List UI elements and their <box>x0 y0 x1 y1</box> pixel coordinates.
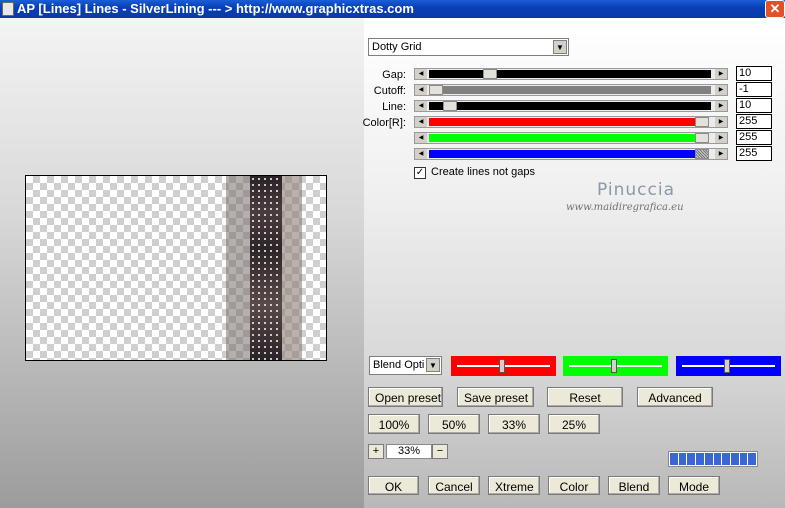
slider-track <box>429 118 695 126</box>
arrow-right-icon[interactable]: ▶ <box>715 101 727 111</box>
blue-value[interactable]: 255 <box>736 146 772 161</box>
slider-label: Line: <box>382 101 406 113</box>
watermark-name: Pinuccia <box>597 180 675 200</box>
progress-segment <box>748 453 757 465</box>
zoom-out-button[interactable]: − <box>432 444 448 459</box>
red-value[interactable]: 255 <box>736 114 772 129</box>
red-blend-bar[interactable] <box>451 356 556 376</box>
blend-button[interactable]: Blend <box>608 476 660 495</box>
open-preset-button[interactable]: Open preset <box>368 387 443 407</box>
progress-segment <box>739 453 748 465</box>
green-blend-bar[interactable] <box>563 356 668 376</box>
zoom-50-button[interactable]: 50% <box>428 414 480 434</box>
preview-pane <box>0 18 364 508</box>
slider-thumb[interactable] <box>695 149 709 159</box>
gap-slider[interactable]: ◀ ▶ <box>414 68 728 80</box>
arrow-left-icon[interactable]: ◀ <box>415 133 427 143</box>
watermark-url: www.maidiregrafica.eu <box>566 202 684 213</box>
app-icon <box>2 2 14 16</box>
slider-thumb[interactable] <box>429 85 443 95</box>
arrow-right-icon[interactable]: ▶ <box>715 85 727 95</box>
ok-button[interactable]: OK <box>368 476 419 495</box>
slider-track <box>429 150 695 158</box>
blue-slider[interactable]: ◀ ▶ <box>414 148 728 160</box>
blend-select-value: Blend Opti <box>373 359 425 371</box>
progress-segment <box>678 453 687 465</box>
red-slider[interactable]: ◀ ▶ <box>414 116 728 128</box>
create-lines-label: Create lines not gaps <box>431 166 535 178</box>
slider-thumb[interactable] <box>695 133 709 143</box>
mode-select-value: Dotty Grid <box>372 41 422 53</box>
zoom-in-button[interactable]: + <box>368 444 384 459</box>
arrow-left-icon[interactable]: ◀ <box>415 85 427 95</box>
advanced-button[interactable]: Advanced <box>637 387 713 407</box>
progress-segment <box>722 453 730 465</box>
zoom-100-button[interactable]: 100% <box>368 414 420 434</box>
slider-track <box>429 102 711 110</box>
arrow-right-icon[interactable]: ▶ <box>715 133 727 143</box>
window-title: AP [Lines] Lines - SilverLining --- > ht… <box>17 1 414 16</box>
green-slider[interactable]: ◀ ▶ <box>414 132 728 144</box>
close-icon[interactable]: ✕ <box>765 0 785 18</box>
arrow-right-icon[interactable]: ▶ <box>715 117 727 127</box>
slider-track <box>429 134 695 142</box>
arrow-left-icon[interactable]: ◀ <box>415 117 427 127</box>
green-value[interactable]: 255 <box>736 130 772 145</box>
progress-bar <box>668 451 758 467</box>
slider-track <box>429 70 711 78</box>
arrow-right-icon[interactable]: ▶ <box>715 69 727 79</box>
color-button[interactable]: Color <box>548 476 600 495</box>
gap-value[interactable]: 10 <box>736 66 772 81</box>
progress-segment <box>704 453 713 465</box>
arrow-left-icon[interactable]: ◀ <box>415 149 427 159</box>
zoom-33-button[interactable]: 33% <box>488 414 540 434</box>
reset-button[interactable]: Reset <box>547 387 623 407</box>
slider-thumb[interactable] <box>443 101 457 111</box>
zoom-value[interactable]: 33% <box>386 444 432 459</box>
slider-thumb[interactable] <box>695 117 709 127</box>
preview-stripe <box>282 176 302 360</box>
progress-segment <box>670 453 678 465</box>
slider-label: Color[R]: <box>362 117 406 129</box>
slider-label: Cutoff: <box>373 85 406 97</box>
blue-blend-bar[interactable] <box>676 356 781 376</box>
cancel-button[interactable]: Cancel <box>428 476 480 495</box>
arrow-left-icon[interactable]: ◀ <box>415 69 427 79</box>
progress-segment <box>696 453 704 465</box>
slider-track <box>429 86 711 94</box>
line-slider[interactable]: ◀ ▶ <box>414 100 728 112</box>
slider-thumb[interactable] <box>483 69 497 79</box>
progress-segment <box>730 453 739 465</box>
progress-segment <box>713 453 722 465</box>
slider-label: Gap: <box>382 69 406 81</box>
cutoff-slider[interactable]: ◀ ▶ <box>414 84 728 96</box>
chevron-down-icon[interactable]: ▼ <box>553 40 567 54</box>
blend-select[interactable]: Blend Opti ▼ <box>369 356 442 375</box>
line-value[interactable]: 10 <box>736 98 772 113</box>
preview-stripe <box>250 176 282 360</box>
mode-button[interactable]: Mode <box>668 476 720 495</box>
blend-bar-knob[interactable] <box>611 359 617 373</box>
arrow-right-icon[interactable]: ▶ <box>715 149 727 159</box>
blend-bar-knob[interactable] <box>724 359 730 373</box>
zoom-25-button[interactable]: 25% <box>548 414 600 434</box>
save-preset-button[interactable]: Save preset <box>457 387 534 407</box>
title-bar: AP [Lines] Lines - SilverLining --- > ht… <box>0 0 785 18</box>
cutoff-value[interactable]: -1 <box>736 82 772 97</box>
xtreme-button[interactable]: Xtreme <box>488 476 540 495</box>
preview-stripe <box>226 176 250 360</box>
chevron-down-icon[interactable]: ▼ <box>426 358 440 372</box>
arrow-left-icon[interactable]: ◀ <box>415 101 427 111</box>
blend-bar-knob[interactable] <box>499 359 505 373</box>
create-lines-checkbox[interactable]: ✓ <box>414 167 426 179</box>
progress-segment <box>687 453 696 465</box>
mode-select[interactable]: Dotty Grid ▼ <box>368 38 569 56</box>
preview-canvas[interactable] <box>25 175 327 361</box>
